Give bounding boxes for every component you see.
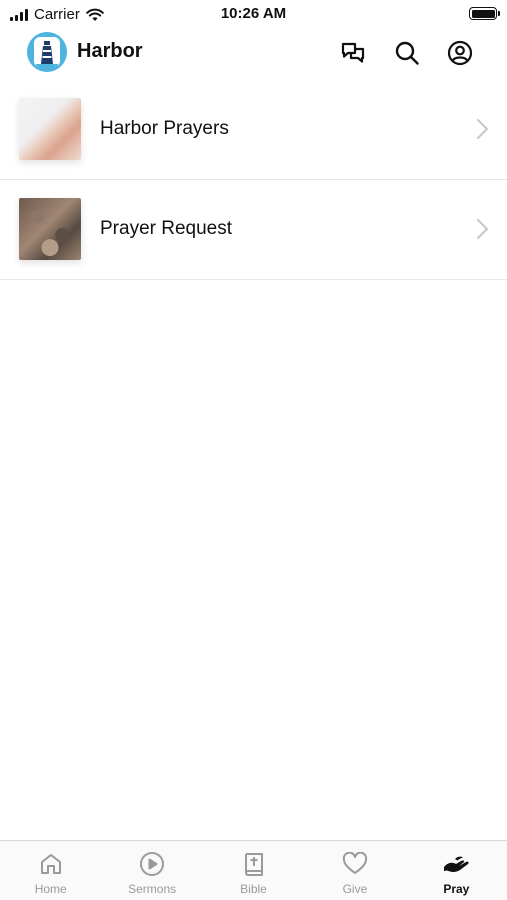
tab-bar: Home Sermons Bible Give Pray [0, 840, 507, 900]
pray-hand-icon [442, 850, 470, 878]
tab-sermons[interactable]: Sermons [101, 841, 202, 900]
tab-home[interactable]: Home [0, 841, 101, 900]
praying-hands-image [19, 98, 81, 160]
bible-icon [240, 850, 268, 878]
search-icon[interactable] [392, 38, 422, 68]
tab-label: Give [342, 882, 368, 896]
chevron-right-icon [477, 219, 488, 239]
list-item-label: Prayer Request [100, 218, 233, 239]
lighthouse-logo-icon[interactable] [27, 32, 67, 72]
status-bar: Carrier 10:26 AM [0, 0, 507, 28]
tab-label: Sermons [128, 882, 177, 896]
play-icon [138, 850, 166, 878]
battery-icon [469, 7, 500, 20]
tab-label: Pray [443, 882, 470, 896]
chevron-right-icon [477, 119, 488, 139]
tab-bible[interactable]: Bible [203, 841, 304, 900]
rock-texture-image [19, 198, 81, 260]
tab-pray[interactable]: Pray [406, 841, 507, 900]
list-item-harbor-prayers[interactable]: Harbor Prayers [0, 80, 507, 180]
app-title: Harbor [77, 40, 143, 62]
list-item-prayer-request[interactable]: Prayer Request [0, 180, 507, 280]
list-item-label: Harbor Prayers [100, 118, 229, 139]
status-time: 10:26 AM [220, 5, 287, 22]
account-icon[interactable] [445, 38, 475, 68]
chat-icon[interactable] [338, 38, 368, 68]
tab-give[interactable]: Give [304, 841, 405, 900]
app-header: Harbor [0, 28, 507, 78]
prayer-list: Harbor Prayers Prayer Request [0, 80, 507, 280]
tab-label: Bible [240, 882, 267, 896]
heart-icon [341, 850, 369, 878]
home-icon [37, 850, 65, 878]
tab-label: Home [34, 882, 67, 896]
